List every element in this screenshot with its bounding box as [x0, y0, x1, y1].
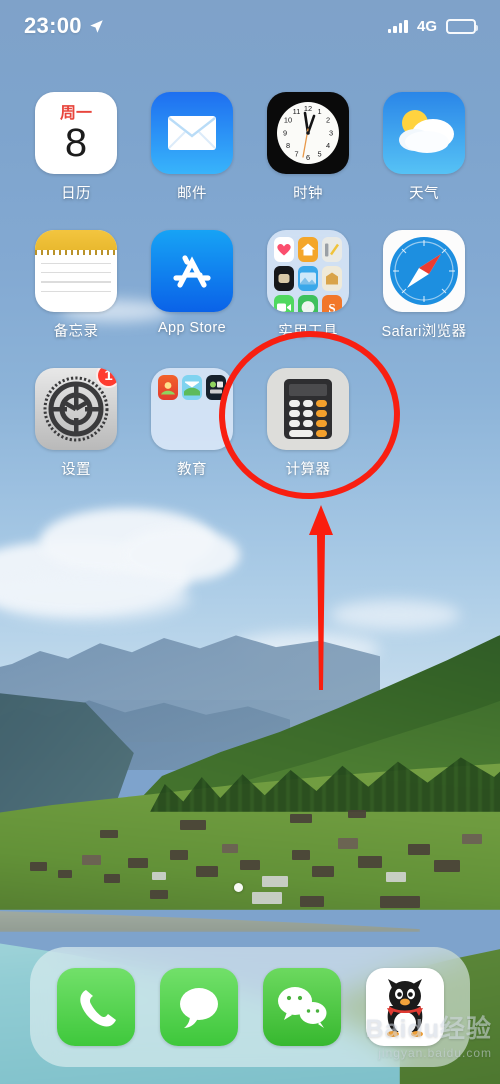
clock-icon[interactable]: 12 1 23 45 67 89 10 11	[267, 92, 349, 174]
svg-text:5: 5	[317, 150, 321, 159]
app-label: Safari浏览器	[381, 324, 467, 340]
calendar-day: 8	[64, 120, 88, 165]
folder-mini-empty	[158, 404, 178, 422]
cloud	[120, 528, 240, 582]
app-app-store[interactable]: App Store	[134, 230, 250, 341]
mail-envelope-icon[interactable]	[151, 92, 233, 174]
phone-handset-icon	[79, 990, 116, 1027]
app-label: App Store	[157, 320, 227, 336]
app-label: 备忘录	[53, 324, 99, 340]
message-bubble-icon	[179, 988, 218, 1028]
folder-mini-compass	[298, 295, 318, 312]
status-bar-right: 4G	[387, 17, 478, 35]
calendar-icon[interactable]: 周一 8	[35, 92, 117, 174]
svg-text:3: 3	[329, 129, 333, 138]
folder-mini-books	[322, 266, 342, 291]
svg-text:10: 10	[284, 116, 292, 125]
dock-item-wechat[interactable]	[262, 968, 341, 1046]
dock-item-phone[interactable]	[56, 968, 135, 1046]
dock-item-messages[interactable]	[159, 968, 238, 1046]
folder-mini-app-a	[158, 375, 178, 400]
status-bar: 23:00 4G	[0, 0, 500, 52]
status-bar-left: 23:00	[24, 13, 104, 39]
app-label: 教育	[177, 462, 207, 478]
svg-text:9: 9	[283, 129, 287, 138]
app-label: 邮件	[177, 186, 207, 202]
svg-text:6: 6	[306, 153, 310, 162]
dock	[30, 947, 470, 1067]
folder-mini-empty	[158, 426, 178, 444]
app-utilities-folder[interactable]: S 实用工具	[250, 230, 366, 341]
folder-mini-watch	[274, 266, 294, 291]
folder-mini-empty	[182, 404, 202, 422]
iphone-home-screen: 23:00 4G 周一 8 日历 邮件 12 1 2 3 4 5 6 7 8 9…	[0, 0, 500, 1084]
village	[0, 800, 500, 918]
app-settings[interactable]: 1 设置	[18, 368, 134, 479]
qq-penguin-icon	[386, 979, 423, 1037]
folder-mini-sogou: S	[322, 295, 342, 312]
svg-text:2: 2	[326, 116, 330, 125]
calendar-weekday: 周一	[59, 104, 92, 122]
app-weather[interactable]: 天气	[366, 92, 482, 203]
app-notes[interactable]: 备忘录	[18, 230, 134, 341]
clock-time: 23:00	[24, 13, 82, 38]
app-mail[interactable]: 邮件	[134, 92, 250, 203]
gear-icon[interactable]: 1	[35, 368, 117, 450]
app-label: 设置	[61, 462, 91, 478]
app-store-icon[interactable]	[151, 230, 233, 312]
folder-mini-photos	[298, 266, 318, 291]
folder-mini-health	[274, 237, 294, 262]
wechat-bubbles-icon	[277, 987, 326, 1028]
app-label: 时钟	[293, 186, 323, 202]
folder-mini-empty	[182, 426, 202, 444]
network-type-label: 4G	[416, 17, 437, 35]
cloud	[330, 600, 460, 630]
svg-text:1: 1	[317, 107, 321, 116]
svg-text:4: 4	[326, 141, 330, 150]
svg-text:7: 7	[294, 150, 298, 159]
dock-item-qq[interactable]	[365, 968, 444, 1046]
weather-sun-cloud-icon[interactable]	[383, 92, 465, 174]
svg-text:8: 8	[286, 141, 290, 150]
app-label: 天气	[409, 186, 439, 202]
safari-compass-icon[interactable]	[383, 230, 465, 312]
signal-bars-icon	[387, 19, 408, 33]
app-label: 日历	[61, 186, 91, 202]
folder-icon[interactable]: S	[267, 230, 349, 312]
app-clock[interactable]: 12 1 23 45 67 89 10 11 时钟	[250, 92, 366, 203]
app-calendar[interactable]: 周一 8 日历	[18, 92, 134, 203]
svg-text:12: 12	[304, 104, 312, 113]
svg-text:S: S	[328, 301, 335, 313]
notes-icon[interactable]	[35, 230, 117, 312]
battery-icon	[446, 18, 478, 34]
folder-mini-app-b	[182, 375, 202, 400]
folder-mini-measure	[322, 237, 342, 262]
app-safari[interactable]: Safari浏览器	[366, 230, 482, 341]
pointer-arrow-annotation	[309, 505, 333, 690]
svg-text:11: 11	[293, 107, 301, 116]
folder-mini-facetime	[274, 295, 294, 312]
page-indicator-dot[interactable]	[234, 883, 243, 892]
location-arrow-icon	[90, 19, 103, 33]
folder-mini-home	[298, 237, 318, 262]
